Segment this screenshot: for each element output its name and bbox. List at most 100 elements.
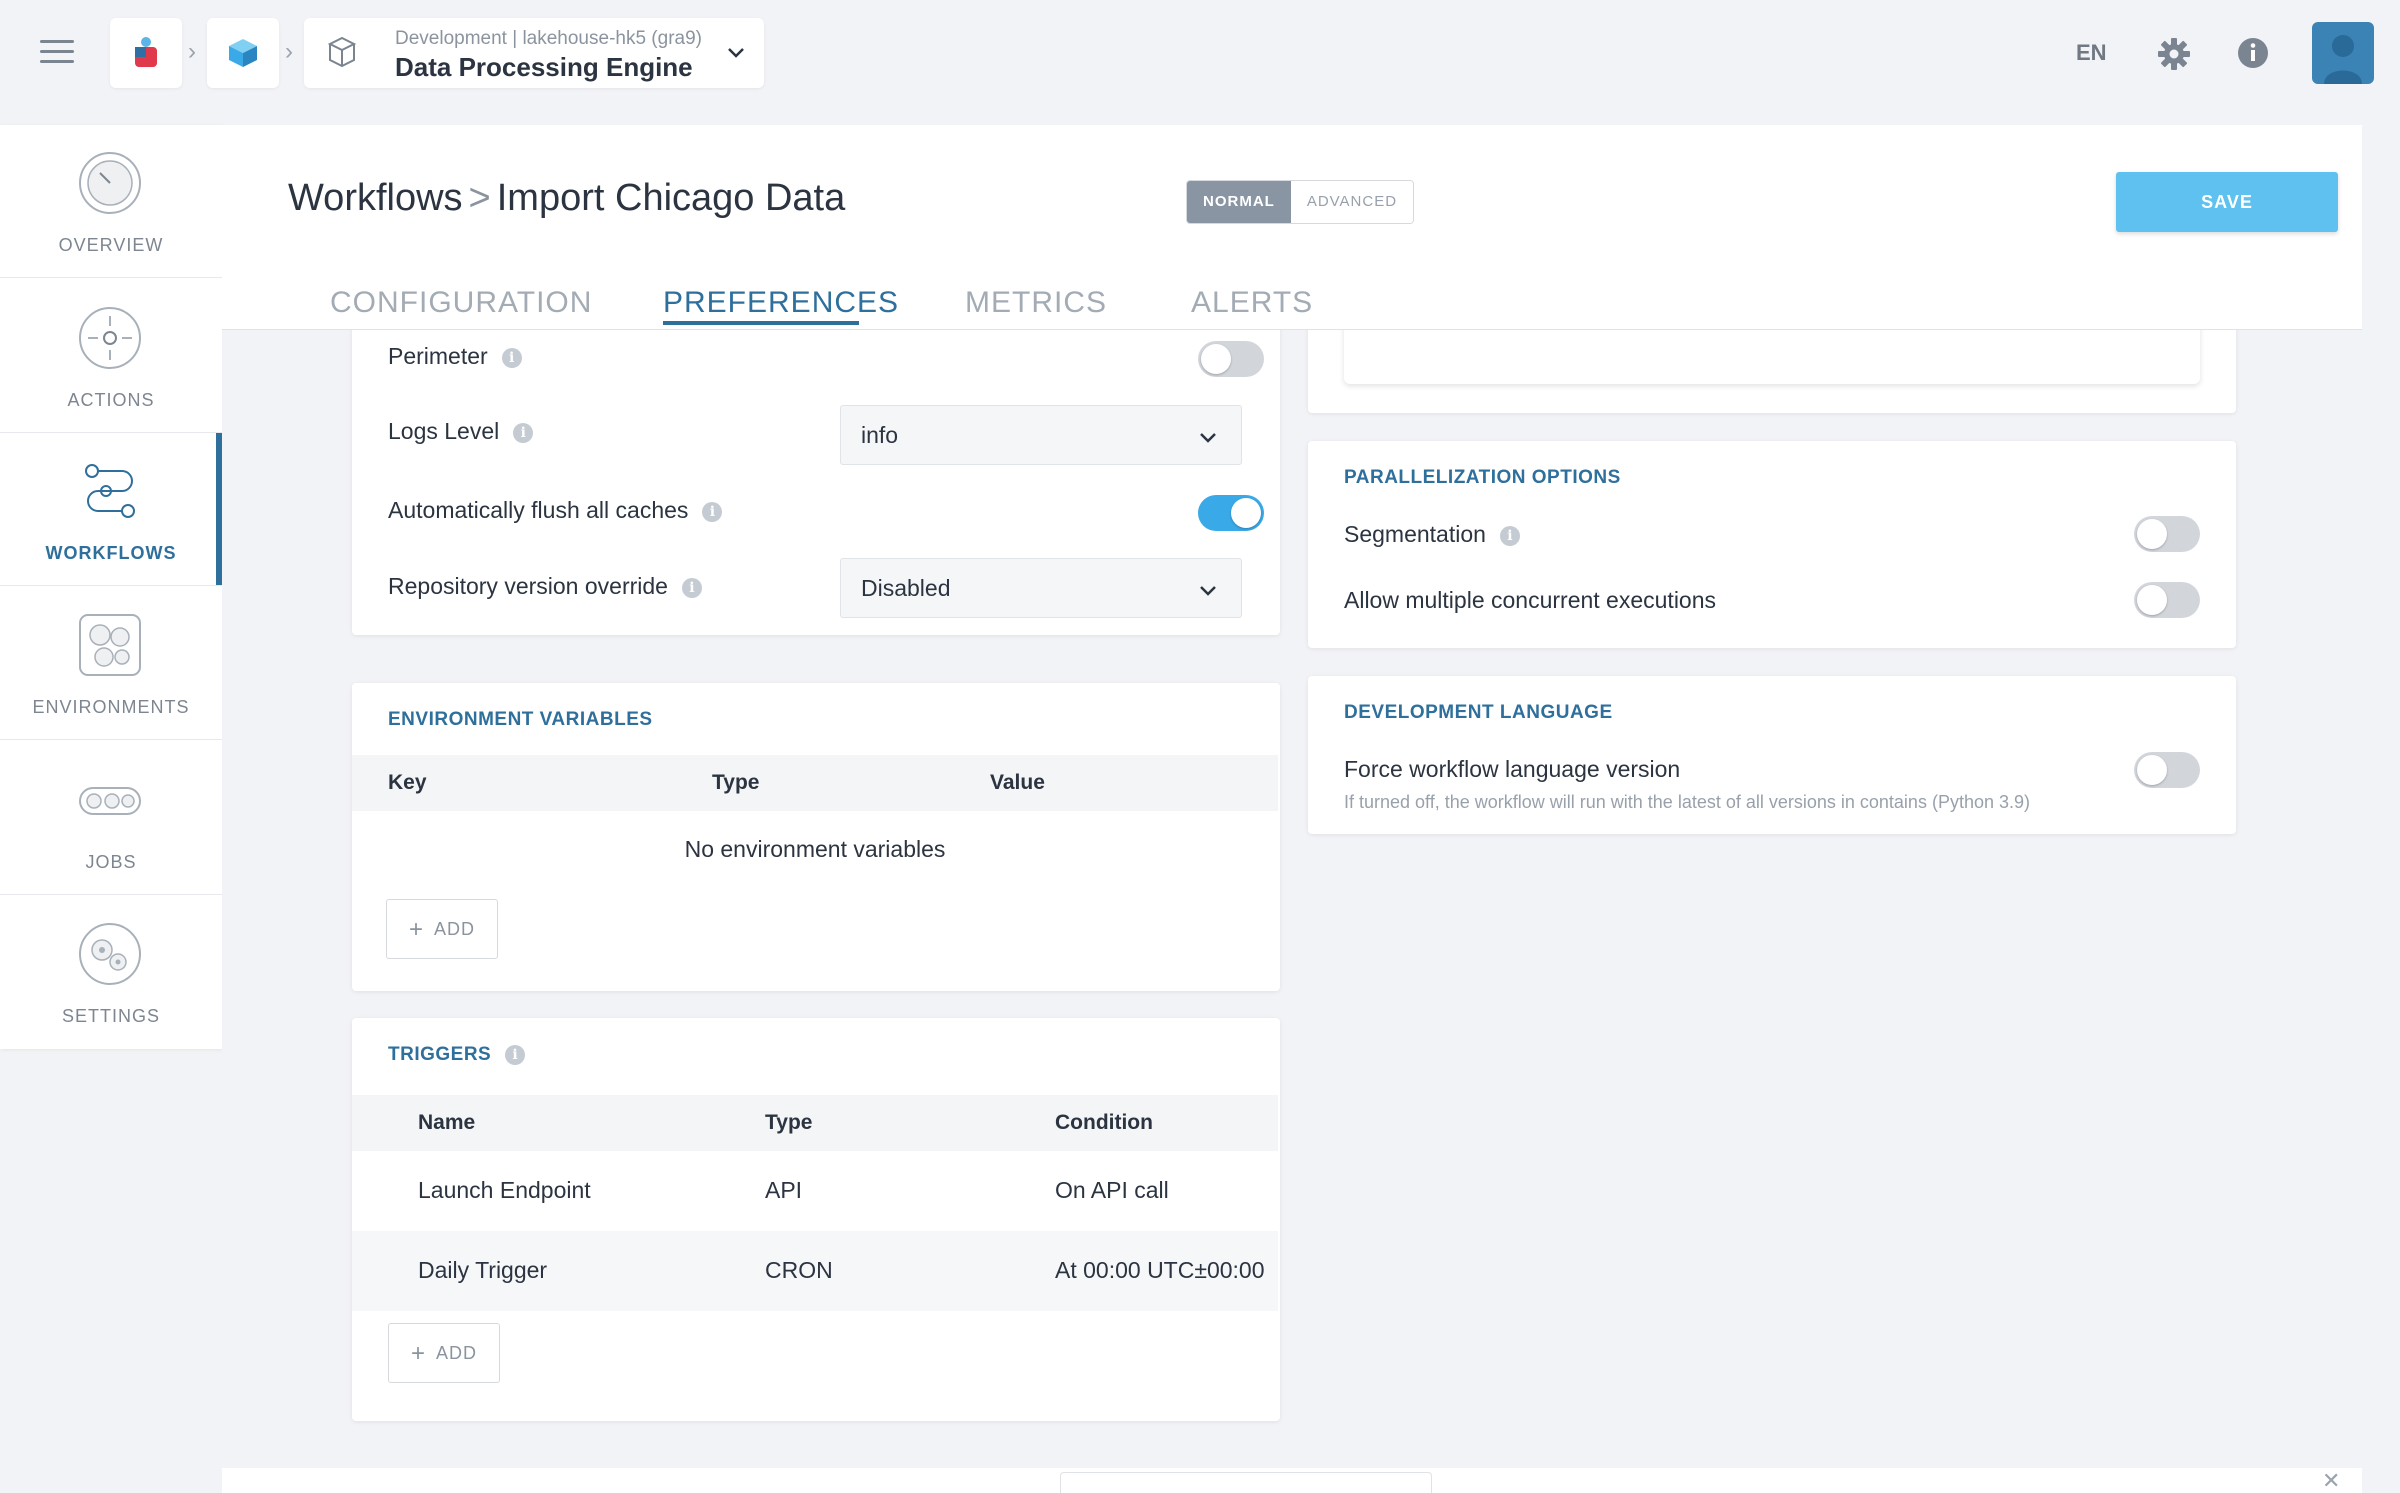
env-vars-table-header: Key Type Value [352, 755, 1278, 811]
info-icon[interactable]: i [702, 501, 723, 522]
add-trigger-button[interactable]: + ADD [388, 1323, 500, 1383]
toggle-knob [2137, 519, 2167, 549]
add-label: ADD [434, 919, 476, 939]
language-switcher[interactable]: EN [2076, 40, 2107, 66]
env-vars-title: ENVIRONMENT VARIABLES [388, 709, 653, 730]
sidebar-item-overview[interactable]: OVERVIEW [0, 125, 222, 278]
add-env-var-button[interactable]: + ADD [386, 899, 498, 959]
info-icon[interactable]: i [513, 422, 534, 443]
force-language-toggle[interactable] [2134, 752, 2200, 788]
segmentation-label: Segmentation i [1344, 521, 1520, 548]
column-header-type: Type [765, 1111, 813, 1134]
environment-variables-card: ENVIRONMENT VARIABLES Key Type Value No … [352, 683, 1280, 991]
workflow-icon [85, 464, 135, 518]
info-icon[interactable]: i [681, 577, 702, 598]
gears-icon [79, 923, 141, 985]
active-tab-underline [663, 321, 859, 325]
trigger-condition: On API call [1055, 1177, 1169, 1203]
tab-configuration[interactable]: CONFIGURATION [330, 286, 592, 320]
sidebar-item-label: SETTINGS [61, 1006, 160, 1026]
sidebar-item-settings[interactable]: SETTINGS [0, 896, 222, 1049]
conveyor-icon [79, 787, 141, 815]
target-icon [79, 307, 141, 369]
chevron-down-icon[interactable] [724, 40, 748, 64]
flush-caches-text: Automatically flush all caches [388, 497, 689, 523]
tab-preferences[interactable]: PREFERENCES [663, 286, 899, 320]
column-header-value: Value [990, 771, 1045, 794]
close-icon[interactable]: ✕ [2322, 1468, 2340, 1493]
general-preferences-card: Perimeter i Logs Level i info Automaticall… [352, 310, 1280, 635]
segmentation-text: Segmentation [1344, 521, 1486, 547]
top-bar: › › Development | lakehouse-hk5 (gra9) D… [0, 0, 2400, 108]
repo-override-label: Repository version override i [388, 573, 702, 600]
repo-override-text: Repository version override [388, 573, 668, 599]
perimeter-text: Perimeter [388, 343, 488, 369]
info-icon[interactable] [2236, 36, 2270, 70]
toggle-knob [1231, 498, 1261, 528]
trigger-type: API [765, 1177, 803, 1203]
sidebar-item-workflows[interactable]: WORKFLOWS [0, 433, 222, 586]
logs-level-select[interactable]: info [840, 405, 1242, 465]
app-logo-button[interactable] [110, 18, 182, 88]
development-language-card: DEVELOPMENT LANGUAGE Force workflow lang… [1308, 676, 2236, 834]
perimeter-label: Perimeter i [388, 343, 522, 370]
add-label: ADD [436, 1343, 478, 1363]
environment-selector[interactable]: Development | lakehouse-hk5 (gra9) Data … [304, 18, 764, 88]
flush-caches-toggle[interactable] [1198, 495, 1264, 531]
sidebar-item-jobs[interactable]: JOBS [0, 742, 222, 895]
sidebar-item-label: JOBS [85, 852, 137, 872]
info-icon[interactable]: i [1499, 525, 1520, 546]
mode-advanced-button[interactable]: ADVANCED [1290, 181, 1414, 223]
logs-level-label: Logs Level i [388, 418, 534, 445]
perimeter-toggle[interactable] [1198, 341, 1264, 377]
table-row[interactable]: Launch Endpoint API On API call [352, 1151, 1278, 1231]
user-avatar[interactable] [2312, 22, 2374, 84]
content-area: Perimeter i Logs Level i info Automaticall… [222, 310, 2362, 1468]
bottom-panel [222, 1468, 2362, 1493]
mode-toggle: NORMAL ADVANCED [1186, 180, 1415, 224]
tab-alerts[interactable]: ALERTS [1191, 286, 1313, 320]
toggle-knob [2137, 585, 2167, 615]
environment-title: Data Processing Engine [395, 52, 693, 82]
menu-icon[interactable] [40, 40, 74, 68]
breadcrumb-separator: › [285, 38, 293, 65]
trigger-name: Daily Trigger [418, 1257, 548, 1283]
page-title: Workflows > Import Chicago Data [288, 177, 845, 220]
dashboard-gauge-icon [79, 152, 141, 214]
trigger-condition: At 00:00 UTC±00:00 [1055, 1257, 1265, 1283]
toggle-knob [1201, 344, 1231, 374]
info-icon[interactable]: i [505, 1044, 526, 1065]
bottom-panel-tab[interactable] [1060, 1472, 1432, 1493]
sidebar: OVERVIEW ACTIONS WORKFLOWS ENVIRONMENTS … [0, 125, 222, 1049]
sidebar-item-actions[interactable]: ACTIONS [0, 280, 222, 433]
save-button[interactable]: SAVE [2116, 172, 2338, 232]
environment-grid-icon [79, 614, 141, 676]
breadcrumb-workflows[interactable]: Workflows [288, 177, 463, 219]
tab-metrics[interactable]: METRICS [965, 286, 1107, 320]
flush-caches-label: Automatically flush all caches i [388, 497, 723, 524]
column-header-name: Name [418, 1111, 476, 1134]
sidebar-item-label: ACTIONS [67, 390, 155, 410]
sidebar-item-environments[interactable]: ENVIRONMENTS [0, 587, 222, 740]
triggers-card: TRIGGERS i Name Type Condition Launch End… [352, 1018, 1280, 1421]
app-logo-icon [135, 37, 157, 67]
concurrent-executions-toggle[interactable] [2134, 582, 2200, 618]
breadcrumb-current: Import Chicago Data [496, 177, 846, 219]
toggle-knob [2137, 755, 2167, 785]
force-language-label: Force workflow language version [1344, 756, 1681, 782]
project-button[interactable] [207, 18, 279, 88]
plus-icon: + [408, 916, 424, 943]
triggers-title-text: TRIGGERS [388, 1044, 492, 1065]
triggers-table-header: Name Type Condition [352, 1095, 1278, 1151]
force-language-help: If turned off, the workflow will run wit… [1344, 792, 2030, 812]
trigger-name: Launch Endpoint [418, 1177, 591, 1203]
cube-icon [229, 39, 257, 67]
info-icon[interactable]: i [501, 347, 522, 368]
repo-override-select[interactable]: Disabled [840, 558, 1242, 618]
breadcrumb-separator: > [468, 177, 491, 219]
segmentation-toggle[interactable] [2134, 516, 2200, 552]
gear-icon[interactable] [2156, 36, 2192, 72]
table-row[interactable]: Daily Trigger CRON At 00:00 UTC±00:00 [352, 1231, 1278, 1311]
tab-divider [222, 329, 2362, 330]
mode-normal-button[interactable]: NORMAL [1187, 181, 1291, 223]
